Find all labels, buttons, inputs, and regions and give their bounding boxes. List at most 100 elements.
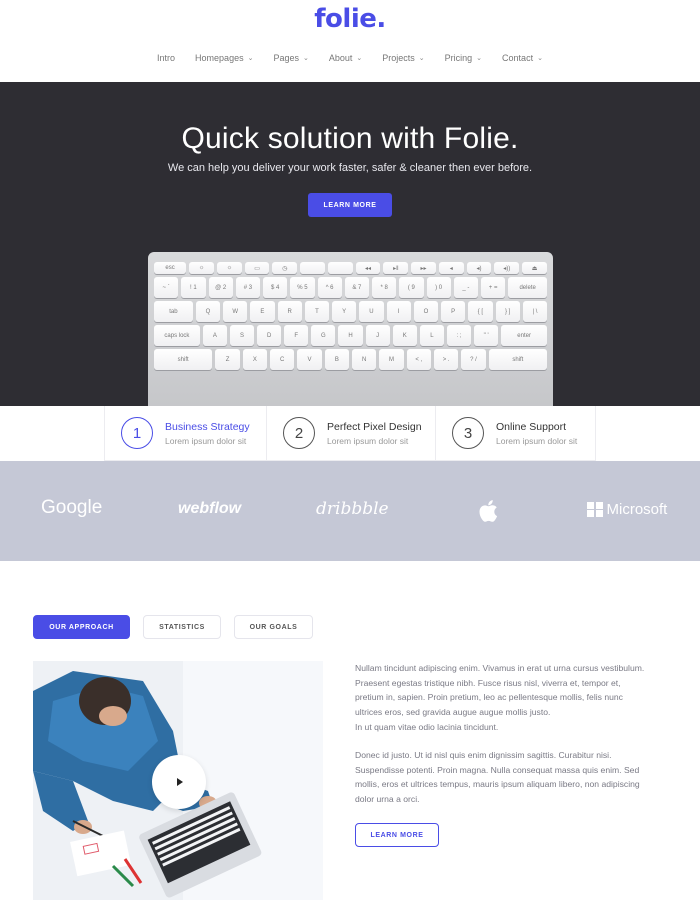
video-play-button[interactable]: [152, 755, 206, 809]
nav-item-about[interactable]: About ⌄: [319, 53, 372, 63]
nav-item-label: Contact: [502, 53, 534, 63]
keyboard-key: ◷: [272, 262, 298, 274]
play-icon: [177, 778, 183, 786]
tab-our-approach[interactable]: OUR APPROACH: [33, 615, 130, 639]
keyboard-key: O: [413, 301, 439, 322]
feature-online-support[interactable]: 3 Online Support Lorem ipsum dolor sit: [435, 406, 596, 461]
feature-perfect-pixel-design[interactable]: 2 Perfect Pixel Design Lorem ipsum dolor…: [266, 406, 436, 461]
keyboard-key: D: [257, 325, 282, 346]
keyboard-key: ◂): [466, 262, 492, 274]
nav-item-pages[interactable]: Pages ⌄: [263, 53, 318, 63]
feature-number: 3: [452, 417, 484, 449]
keyboard-key: # 3: [235, 277, 260, 298]
keyboard-key: Q: [195, 301, 221, 322]
hero-title: Quick solution with Folie.: [181, 122, 519, 155]
keyboard-key: ◂◂: [355, 262, 381, 274]
keyboard-key: esc: [154, 262, 187, 274]
content-learn-more-button[interactable]: LEARN MORE: [355, 823, 439, 847]
keyboard-key: ^ 6: [317, 277, 342, 298]
site-logo[interactable]: folie.: [0, 4, 700, 34]
keyboard-key: shift: [488, 349, 548, 370]
keyboard-key: C: [270, 349, 295, 370]
microsoft-logo: Microsoft: [587, 501, 667, 518]
keyboard-key: [300, 262, 325, 274]
keyboard-key: A: [202, 325, 227, 346]
keyboard-image: esc ☼ ☼ ▭ ◷ ◂◂ ▸ǁ ▸▸ ◂ ◂) ◂)) ⏏ ~ `! 1 @ 2 # 3 $ 4% 5 ^…: [148, 252, 553, 406]
keyboard-key: R: [277, 301, 302, 322]
keyboard-key: S: [229, 325, 255, 346]
keyboard-key: _ -: [453, 277, 478, 298]
feature-business-strategy[interactable]: 1 Business Strategy Lorem ipsum dolor si…: [104, 406, 267, 461]
chevron-down-icon: ⌄: [418, 55, 425, 62]
keyboard-key: V: [297, 349, 322, 370]
tab-our-goals[interactable]: OUR GOALS: [234, 615, 313, 639]
approach-photo: [33, 661, 323, 900]
keyboard-key: " ': [474, 325, 499, 346]
keyboard-z-row: shift Z X C V B N M < , > .? / shift: [154, 349, 548, 370]
nav-item-contact[interactable]: Contact ⌄: [492, 53, 553, 63]
keyboard-key: U: [359, 301, 384, 322]
feature-number: 2: [283, 417, 315, 449]
chevron-down-icon: ⌄: [356, 55, 363, 62]
windows-icon: [587, 501, 603, 518]
keyboard-key: ⏏: [522, 262, 547, 274]
google-logo: Google: [41, 497, 103, 518]
keyboard-key: $ 4: [263, 277, 288, 298]
microsoft-wordmark: Microsoft: [606, 501, 668, 518]
content-paragraph-3: Donec id justo. Ut id nisl quis enim dig…: [355, 750, 640, 804]
keyboard-key: caps lock: [154, 325, 200, 346]
keyboard-key: shift: [154, 349, 213, 370]
keyboard-q-row: tab Q W E R T Y U I O P{ [} ] | \: [154, 301, 548, 322]
keyboard-key: < ,: [406, 349, 431, 370]
nav-item-label: Intro: [157, 53, 176, 63]
brand-logos-strip: Google webflow dribbble Microsoft: [0, 461, 700, 561]
apple-icon: [478, 499, 498, 529]
keyboard-key: ) 0: [426, 277, 451, 298]
webflow-logo: webflow: [178, 500, 242, 517]
keyboard-key: > .: [434, 349, 459, 370]
keyboard-key: X: [242, 349, 268, 370]
main-nav: Intro Homepages ⌄ Pages ⌄ About ⌄ Projects ⌄…: [0, 53, 700, 63]
keyboard-key: F: [284, 325, 309, 346]
keyboard-key: Z: [215, 349, 240, 370]
feature-subtitle: Lorem ipsum dolor sit: [496, 435, 578, 446]
features-strip: 1 Business Strategy Lorem ipsum dolor si…: [0, 406, 700, 461]
keyboard-key: ◂: [438, 262, 464, 274]
keyboard-key: H: [338, 325, 363, 346]
keyboard-key: [327, 262, 353, 274]
hero-learn-more-button[interactable]: LEARN MORE: [308, 193, 392, 217]
keyboard-key: ~ `: [154, 277, 179, 298]
keyboard-key: { [: [468, 301, 493, 322]
keyboard-key: K: [392, 325, 417, 346]
keyboard-key: W: [223, 301, 248, 322]
chevron-down-icon: ⌄: [302, 55, 309, 62]
keyboard-num-row: ~ `! 1 @ 2 # 3 $ 4% 5 ^ 6 & 7 * 8( 9) 0 _ - + = d…: [154, 277, 548, 298]
keyboard-key: ▸▸: [411, 262, 436, 274]
keyboard-key: P: [441, 301, 466, 322]
keyboard-key: @ 2: [208, 277, 233, 298]
hero-subtitle: We can help you deliver your work faster…: [167, 162, 533, 174]
feature-title: Perfect Pixel Design: [327, 420, 422, 433]
keyboard-key: J: [365, 325, 390, 346]
nav-item-pricing[interactable]: Pricing ⌄: [435, 53, 492, 63]
nav-item-label: Pages: [273, 53, 299, 63]
chevron-down-icon: ⌄: [537, 55, 543, 62]
nav-item-label: Projects: [382, 53, 415, 63]
chevron-down-icon: ⌄: [476, 55, 483, 62]
keyboard-key: T: [304, 301, 330, 322]
keyboard-key: ( 9: [399, 277, 424, 298]
feature-subtitle: Lorem ipsum dolor sit: [327, 435, 409, 446]
hero-section: Quick solution with Folie. We can help y…: [0, 82, 700, 406]
nav-item-homepages[interactable]: Homepages ⌄: [185, 53, 263, 63]
keyboard-fn-row: esc ☼ ☼ ▭ ◷ ◂◂ ▸ǁ ▸▸ ◂ ◂) ◂)) ⏏: [154, 262, 547, 274]
site-header: folie. Intro Homepages ⌄ Pages ⌄ About ⌄ Pr…: [0, 0, 700, 82]
nav-item-label: About: [328, 53, 353, 63]
keyboard-key: L: [419, 325, 444, 346]
tab-statistics[interactable]: STATISTICS: [143, 615, 221, 639]
keyboard-key: N: [352, 349, 377, 370]
keyboard-key: } ]: [495, 301, 520, 322]
nav-item-projects[interactable]: Projects ⌄: [372, 53, 434, 63]
dribbble-logo: dribbble: [316, 499, 389, 519]
keyboard-key: G: [311, 325, 336, 346]
nav-item-intro[interactable]: Intro: [147, 53, 185, 63]
